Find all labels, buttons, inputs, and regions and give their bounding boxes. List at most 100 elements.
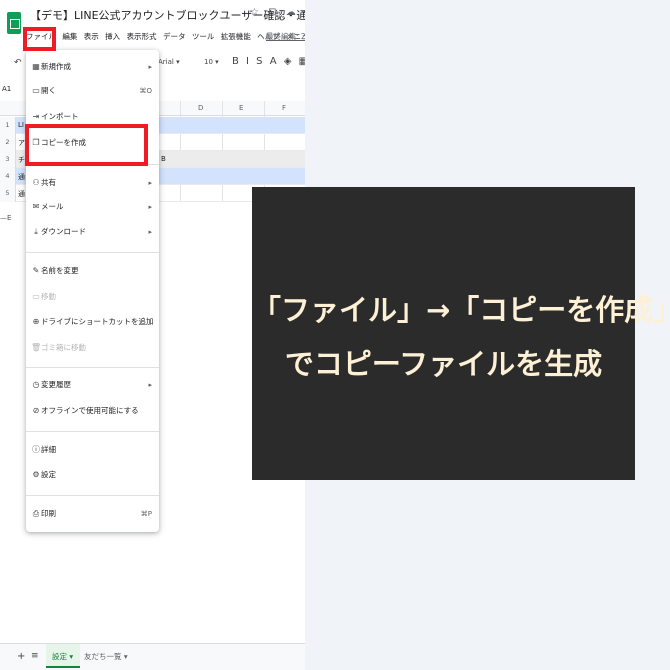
menu-item-new[interactable]: ▦ 新規作成 ▸ [26, 56, 159, 78]
move-folder-icon: ▭ [32, 292, 40, 301]
menu-item-version-history[interactable]: ◷ 変更履歴 ▸ [26, 374, 159, 396]
sheets-logo-icon[interactable] [7, 12, 21, 34]
column-header-f[interactable]: F [282, 104, 286, 112]
file-menu-dropdown: ▦ 新規作成 ▸ ▭ 開く ⌘O ⇥ インポート ❐ コピーを作成 ⚇ 共有 ▸… [26, 50, 159, 532]
font-family-select[interactable]: Arial ▾ [158, 58, 180, 66]
caption-panel: 「ファイル」→「コピーを作成」 でコピーファイルを生成 [252, 187, 670, 480]
cell-a3[interactable]: チ [18, 155, 25, 165]
submenu-arrow-icon: ▸ [148, 228, 152, 236]
name-box[interactable]: A1 [2, 85, 11, 93]
cell-a5[interactable]: 通 [18, 189, 25, 199]
menu-item-move: ▭ 移動 [26, 286, 159, 308]
share-person-icon: ⚇ [32, 178, 40, 187]
mail-icon: ✉ [32, 202, 40, 211]
menu-item-label: インポート [41, 112, 79, 121]
menu-item-download[interactable]: ⤓ ダウンロード ▸ [26, 221, 159, 243]
menu-item-label: ダウンロード [41, 227, 86, 236]
last-edit-link[interactable]: 最終編集: 2 日 [266, 31, 305, 42]
menu-item-label: ドライブにショートカットを追加 [41, 317, 154, 326]
submenu-arrow-icon: ▸ [148, 203, 152, 211]
shortcut-label: ⌘P [140, 510, 152, 518]
title-bar: 【デモ】LINE公式アカウントブロックユーザー確認・通知ツール ☆ ⊡ ☁ [0, 0, 305, 34]
cell-a4[interactable]: 通 [18, 172, 25, 182]
menu-item-label: 名前を変更 [41, 266, 79, 275]
menu-item-label: 新規作成 [41, 62, 71, 71]
folder-icon: ▭ [32, 86, 40, 95]
offline-icon: ⊘ [32, 406, 40, 415]
undo-icon[interactable]: ↶ [14, 58, 22, 68]
cell-a1[interactable]: LI [18, 121, 24, 129]
font-size-value: 10 [204, 58, 213, 66]
menu-item-settings[interactable]: ⚙ 設定 [26, 464, 159, 486]
menu-item-share[interactable]: ⚇ 共有 ▸ [26, 172, 159, 194]
row-number[interactable]: 4 [0, 168, 16, 185]
info-icon: ⓘ [32, 445, 40, 454]
menu-item-print[interactable]: ⎙ 印刷 ⌘P [26, 503, 159, 525]
row-number[interactable]: 2 [0, 134, 16, 151]
menu-item-label: 開く [41, 86, 56, 95]
all-sheets-icon[interactable]: ≡ [31, 651, 39, 661]
sheet-tab-label: 設定 ▾ [52, 652, 74, 661]
submenu-arrow-icon: ▸ [148, 179, 152, 187]
format-buttons-icons[interactable]: B I S A ◈ ▦ [232, 56, 305, 67]
menu-item-label: 印刷 [41, 509, 56, 518]
trash-icon: 🗑 [31, 343, 42, 352]
download-icon: ⤓ [34, 227, 38, 236]
menu-item-label: オフラインで使用可能にする [41, 406, 139, 415]
row-number[interactable]: 5 [0, 185, 16, 202]
menu-item-label: メール [41, 202, 64, 211]
font-family-value: Arial [158, 58, 174, 66]
sheet-tab-friends[interactable]: 友だち一覧 ▾ [84, 651, 128, 662]
sheet-tab-bar: + ≡ 設定 ▾ 友だち一覧 ▾ [0, 643, 305, 670]
menu-item-email[interactable]: ✉ メール ▸ [26, 196, 159, 218]
new-sheet-icon: ▦ [32, 62, 40, 71]
star-move-cloud-icons[interactable]: ☆ ⊡ ☁ [250, 7, 299, 18]
font-size-select[interactable]: 10 ▾ [204, 58, 219, 66]
import-icon: ⇥ [32, 112, 40, 121]
menu-divider [26, 431, 159, 432]
menu-item-label: 変更履歴 [41, 380, 71, 389]
pencil-icon: ✎ [32, 266, 40, 275]
menu-data[interactable]: データ [163, 31, 186, 42]
font-size-arrow-icon: ▾ [215, 58, 219, 66]
font-family-arrow-icon: ▾ [176, 58, 180, 66]
sheet-tab-settings[interactable]: 設定 ▾ [46, 644, 80, 668]
menu-item-label: 設定 [41, 470, 56, 479]
menu-extensions[interactable]: 拡張機能 [221, 31, 251, 42]
menu-insert[interactable]: 挿入 [105, 31, 120, 42]
menu-view[interactable]: 表示 [84, 31, 99, 42]
gear-icon: ⚙ [32, 470, 40, 479]
menu-item-trash: 🗑 ゴミ箱に移動 [26, 337, 159, 359]
cell-c3[interactable]: B [161, 155, 166, 163]
menu-item-add-shortcut[interactable]: ⊕ ドライブにショートカットを追加 [26, 311, 159, 333]
menu-item-details[interactable]: ⓘ 詳細 [26, 439, 159, 461]
menu-tools[interactable]: ツール [192, 31, 215, 42]
drive-shortcut-icon: ⊕ [32, 317, 40, 326]
cell-a2[interactable]: ア [18, 138, 25, 148]
shortcut-label: ⌘O [139, 87, 152, 95]
column-header-e[interactable]: E [239, 104, 243, 112]
menu-edit[interactable]: 編集 [62, 31, 77, 42]
menu-item-label: ゴミ箱に移動 [41, 343, 86, 352]
menu-item-label: 詳細 [41, 445, 56, 454]
menu-item-rename[interactable]: ✎ 名前を変更 [26, 260, 159, 282]
submenu-arrow-icon: ▸ [148, 63, 152, 71]
menu-item-open[interactable]: ▭ 開く ⌘O [26, 80, 159, 102]
menu-divider [26, 495, 159, 496]
submenu-arrow-icon: ▸ [148, 381, 152, 389]
row-number[interactable]: 3 [0, 151, 16, 168]
menu-item-label: 共有 [41, 178, 56, 187]
highlight-box-file-menu [23, 27, 56, 51]
menu-bar: ファイル 編集 表示 挿入 表示形式 データ ツール 拡張機能 ヘルプ メニュー [26, 31, 305, 45]
menu-format[interactable]: 表示形式 [127, 31, 157, 42]
row-number[interactable]: 1 [0, 117, 16, 134]
menu-divider [26, 252, 159, 253]
sheet-fragment-text: —E [0, 214, 12, 222]
menu-item-offline[interactable]: ⊘ オフラインで使用可能にする [26, 400, 159, 422]
column-header-d[interactable]: D [198, 104, 203, 112]
highlight-box-make-copy [25, 124, 148, 166]
history-icon: ◷ [32, 380, 40, 389]
printer-icon: ⎙ [32, 509, 40, 518]
add-sheet-icon[interactable]: + [17, 651, 25, 662]
caption-line-1: 「ファイル」→「コピーを作成」 [252, 293, 670, 327]
